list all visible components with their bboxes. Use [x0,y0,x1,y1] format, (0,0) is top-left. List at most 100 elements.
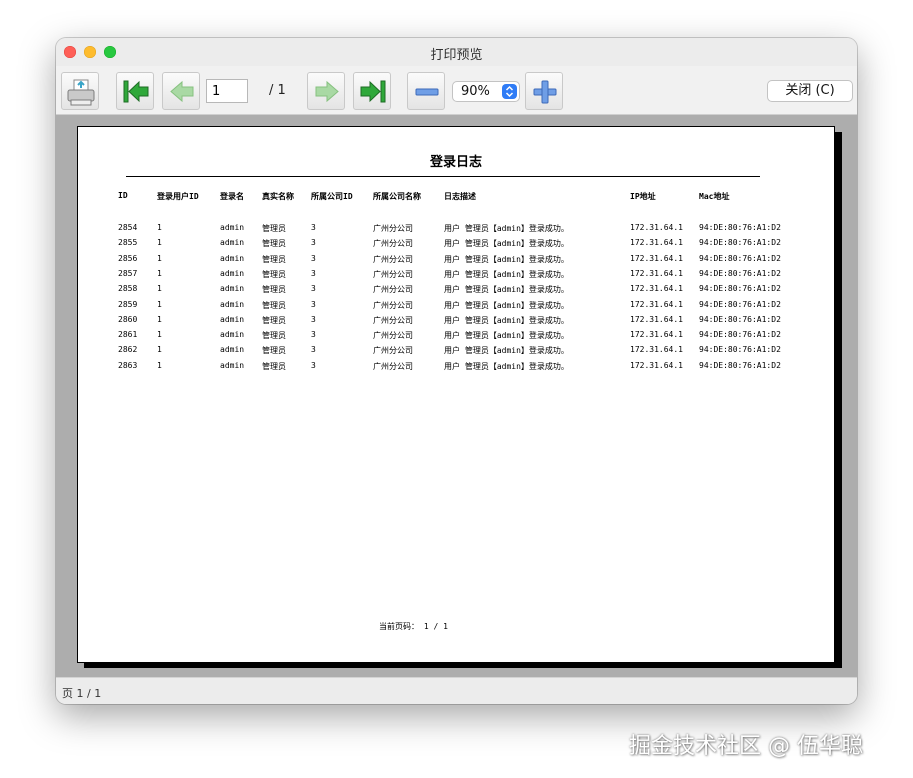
table-cell-ip-address: 172.31.64.1 [630,345,683,355]
table-cell-company-name: 广州分公司 [373,361,413,371]
table-cell-ip-address: 172.31.64.1 [630,284,683,294]
page-footer: 当前页码： 1 / 1 [379,622,448,631]
table-cell-id: 2858 [118,284,138,294]
status-text: 页 1 / 1 [62,687,102,700]
title-divider [126,176,760,177]
table-cell-user-id: 1 [157,314,162,324]
table-cell-login-name: admin [220,345,245,355]
table-cell-company-name: 广州分公司 [373,315,413,325]
table-cell-company-id: 3 [311,299,316,309]
table-cell-id: 2857 [118,268,138,278]
table-cell-id: 2860 [118,314,138,324]
print-button[interactable] [61,72,99,110]
table-cell-user-id: 1 [157,345,162,355]
table-cell-real-name: 管理员 [262,346,286,356]
table-cell-real-name: 管理员 [262,285,286,295]
table-cell-id: 2862 [118,345,138,355]
chevron-up-down-icon [502,84,517,99]
table-cell-ip-address: 172.31.64.1 [630,360,683,370]
preview-area[interactable]: 登录日志 ID 登录用户ID 登录名 真实名称 所属公司ID 所属公司名称 日志描述 IP地址… [56,115,857,677]
table-cell-ip-address: 172.31.64.1 [630,253,683,263]
column-header-id: ID [118,191,128,200]
table-cell-company-id: 3 [311,268,316,278]
table-cell-real-name: 管理员 [262,224,286,233]
table-cell-real-name: 管理员 [262,239,286,249]
watermark: 掘金技术社区 @ 伍华聪 [629,734,863,759]
table-cell-description: 用户 管理员【admin】登录成功。 [444,300,569,310]
table-cell-company-id: 3 [311,284,316,294]
toolbar: / 1 90% [56,66,857,115]
table-cell-company-name: 广州分公司 [373,269,413,279]
close-button[interactable]: 关闭 (C) [767,80,853,102]
table-cell-company-name: 广州分公司 [373,254,413,264]
column-header-ip-address: IP地址 [630,192,656,201]
table-cell-user-id: 1 [157,360,162,370]
column-header-user-id: 登录用户ID [157,192,199,201]
zoom-value: 90% [461,84,490,99]
previous-page-button[interactable] [162,72,200,110]
zoom-out-button[interactable] [407,72,445,110]
table-cell-user-id: 1 [157,253,162,263]
table-cell-login-name: admin [220,238,245,248]
table-cell-login-name: admin [220,268,245,278]
table-cell-id: 2856 [118,253,138,263]
zoom-in-button[interactable] [525,72,563,110]
table-cell-id: 2859 [118,299,138,309]
status-bar: 页 1 / 1 [56,677,857,704]
table-cell-mac-address: 94:DE:80:76:A1:D2 [699,330,781,340]
table-cell-company-name: 广州分公司 [373,300,413,310]
table-cell-id: 2854 [118,223,138,232]
zoom-out-icon [415,88,439,96]
first-page-button[interactable] [116,72,154,110]
table-cell-login-name: admin [220,330,245,340]
table-cell-user-id: 1 [157,330,162,340]
table-cell-mac-address: 94:DE:80:76:A1:D2 [699,360,781,370]
table-cell-login-name: admin [220,360,245,370]
table-cell-user-id: 1 [157,268,162,278]
table-cell-login-name: admin [220,299,245,309]
table-cell-description: 用户 管理员【admin】登录成功。 [444,331,569,341]
table-cell-user-id: 1 [157,284,162,294]
table-cell-company-id: 3 [311,223,316,232]
table-cell-user-id: 1 [157,238,162,248]
zoom-select[interactable]: 90% [452,81,520,102]
table-cell-ip-address: 172.31.64.1 [630,314,683,324]
table-cell-id: 2855 [118,238,138,248]
table-cell-login-name: admin [220,284,245,294]
table-cell-company-id: 3 [311,253,316,263]
table-cell-ip-address: 172.31.64.1 [630,330,683,340]
table-cell-mac-address: 94:DE:80:76:A1:D2 [699,223,781,232]
first-page-icon [123,80,149,103]
next-page-icon [315,80,339,103]
window-title: 打印预览 [430,48,483,63]
table-cell-login-name: admin [220,314,245,324]
table-cell-company-id: 3 [311,238,316,248]
table-cell-real-name: 管理员 [262,269,286,279]
next-page-button[interactable] [307,72,345,110]
table-cell-real-name: 管理员 [262,254,286,264]
page-number-input[interactable] [206,79,248,103]
table-cell-description: 用户 管理员【admin】登录成功。 [444,254,569,264]
table-cell-real-name: 管理员 [262,361,286,371]
table-cell-company-id: 3 [311,345,316,355]
table-cell-real-name: 管理员 [262,331,286,341]
table-cell-description: 用户 管理员【admin】登录成功。 [444,346,569,356]
table-cell-ip-address: 172.31.64.1 [630,268,683,278]
table-cell-mac-address: 94:DE:80:76:A1:D2 [699,253,781,263]
table-cell-description: 用户 管理员【admin】登录成功。 [444,361,569,371]
printer-icon [67,79,95,106]
table-cell-company-name: 广州分公司 [373,239,413,249]
column-header-mac-address: Mac地址 [699,192,730,201]
table-cell-company-id: 3 [311,314,316,324]
table-cell-company-name: 广州分公司 [373,224,413,233]
column-header-real-name: 真实名称 [262,192,294,201]
table-cell-company-name: 广州分公司 [373,331,413,341]
last-page-button[interactable] [353,72,391,110]
table-cell-description: 用户 管理员【admin】登录成功。 [444,224,569,233]
table-cell-description: 用户 管理员【admin】登录成功。 [444,269,569,279]
column-header-description: 日志描述 [444,192,476,201]
table-cell-ip-address: 172.31.64.1 [630,238,683,248]
table-cell-login-name: admin [220,253,245,263]
table-cell-ip-address: 172.31.64.1 [630,299,683,309]
table-cell-company-name: 广州分公司 [373,346,413,356]
